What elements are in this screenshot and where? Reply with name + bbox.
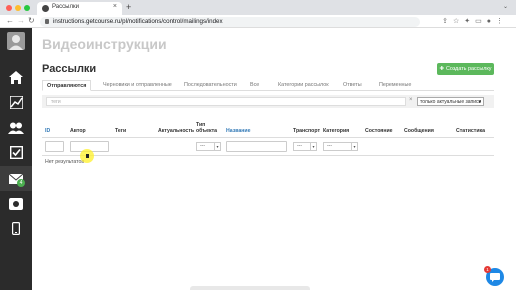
browser-window: Рассылки × + ⌄ ← → ↻ instructions.getcou… [0,0,516,290]
tags-placeholder: теги [51,99,61,105]
close-window-button[interactable] [6,5,12,11]
mouse-cursor-icon [86,154,89,158]
mobile-icon [12,222,20,235]
column-header-object-type: Тип объекта [196,122,217,134]
sidebar-item-profile[interactable] [0,28,32,54]
video-icon [9,197,23,210]
sidebar-item-home[interactable] [0,65,32,90]
tab-close-icon[interactable]: × [113,3,117,10]
checkbox-icon [9,146,23,159]
create-mailing-button[interactable]: ✚ Создать рассылку [437,63,494,75]
browser-tab[interactable]: Рассылки × [37,2,122,15]
actuality-select[interactable]: только актуальные записи ▾ [417,97,484,106]
chevron-down-icon: ▾ [351,143,357,150]
mailing-tabs: Отправляются Черновики и отправленные По… [42,80,494,91]
column-header-name[interactable]: Название [226,128,251,134]
actuality-select-value: только актуальные записи [420,99,482,105]
transport-filter-select[interactable]: --- ▾ [293,142,317,151]
chevron-down-icon: ▾ [310,143,316,150]
category-filter-value: --- [327,143,332,149]
column-header-transport: Транспорт [293,128,320,134]
sidebar-item-users[interactable] [0,115,32,140]
tab-drafts[interactable]: Черновики и отправленные [103,82,172,88]
back-arrow-icon[interactable]: ← [6,16,14,25]
favicon-icon [42,5,49,12]
plus-icon: ✚ [439,66,444,72]
main-content: Видеоинструкции Рассылки ✚ Создать рассы… [32,28,516,290]
transport-filter-value: --- [297,143,302,149]
sidebar-item-stats[interactable] [0,90,32,115]
address-bar: ← → ↻ instructions.getcourse.ru/pl/notif… [0,15,516,28]
chart-icon [9,96,23,109]
tab-all[interactable]: Все [250,82,259,88]
sidebar-item-tasks[interactable] [0,140,32,165]
tab-sequences[interactable]: Последовательности [184,82,237,88]
filter-row-divider [42,155,494,156]
sidebar-item-mobile[interactable] [0,216,32,241]
object-type-filter-value: --- [200,143,205,149]
tab-sending[interactable]: Отправляются [42,80,92,91]
mail-count-badge: 4 [17,179,25,187]
create-mailing-label: Создать рассылку [446,66,492,72]
sidebar: 4 [0,28,32,290]
sidebar-item-video[interactable] [0,191,32,216]
tab-categories[interactable]: Категории рассылок [278,82,329,88]
column-header-id[interactable]: ID [45,128,50,134]
header-divider [42,137,494,138]
tab-title: Рассылки [52,4,79,10]
user-avatar-icon [7,32,25,50]
column-header-tags: Теги [115,128,127,134]
chat-notification-badge: 1 [484,266,491,273]
reload-icon[interactable]: ↻ [28,16,35,25]
column-header-category: Категория [323,128,350,134]
empty-results-text: Нет результатов [45,159,85,165]
users-icon [8,122,24,134]
lock-icon [45,19,49,24]
tab-search-icon[interactable]: ⌄ [503,3,508,10]
chevron-down-icon: ▾ [214,143,220,150]
column-header-actuality: Актуальность [158,128,195,134]
name-filter-input[interactable] [226,141,287,152]
minimize-window-button[interactable] [15,5,21,11]
chat-icon [490,272,500,282]
home-icon [9,71,23,84]
bottom-panel-edge [190,286,310,290]
url-field[interactable]: instructions.getcourse.ru/pl/notificatio… [40,17,420,27]
clear-tags-icon[interactable]: × [409,97,413,103]
tags-filter-input[interactable]: теги [46,97,406,106]
column-header-stats: Статистика [456,128,485,134]
column-header-state: Состояние [365,128,393,134]
url-text: instructions.getcourse.ru/pl/notificatio… [53,18,223,25]
column-header-messages: Сообщения [404,128,434,134]
forward-arrow-icon[interactable]: → [17,16,25,25]
chevron-down-icon: ▾ [478,99,481,105]
browser-toolbar-icons[interactable]: ⇪☆✦▭●⋮ [442,17,508,25]
filter-bar: теги × только актуальные записи ▾ [42,95,494,108]
tab-replies[interactable]: Ответы [343,82,362,88]
column-header-author: Автор [70,128,86,134]
maximize-window-button[interactable] [24,5,30,11]
page-title: Видеоинструкции [42,36,167,52]
object-type-filter-select[interactable]: --- ▾ [196,142,221,151]
tab-variables[interactable]: Переменные [379,82,411,88]
new-tab-button[interactable]: + [126,2,131,12]
section-title: Рассылки [42,63,97,75]
sidebar-item-mailings[interactable]: 4 [0,166,32,191]
browser-tab-bar: Рассылки × + ⌄ [0,0,516,15]
id-filter-input[interactable] [45,141,64,152]
category-filter-select[interactable]: --- ▾ [323,142,358,151]
